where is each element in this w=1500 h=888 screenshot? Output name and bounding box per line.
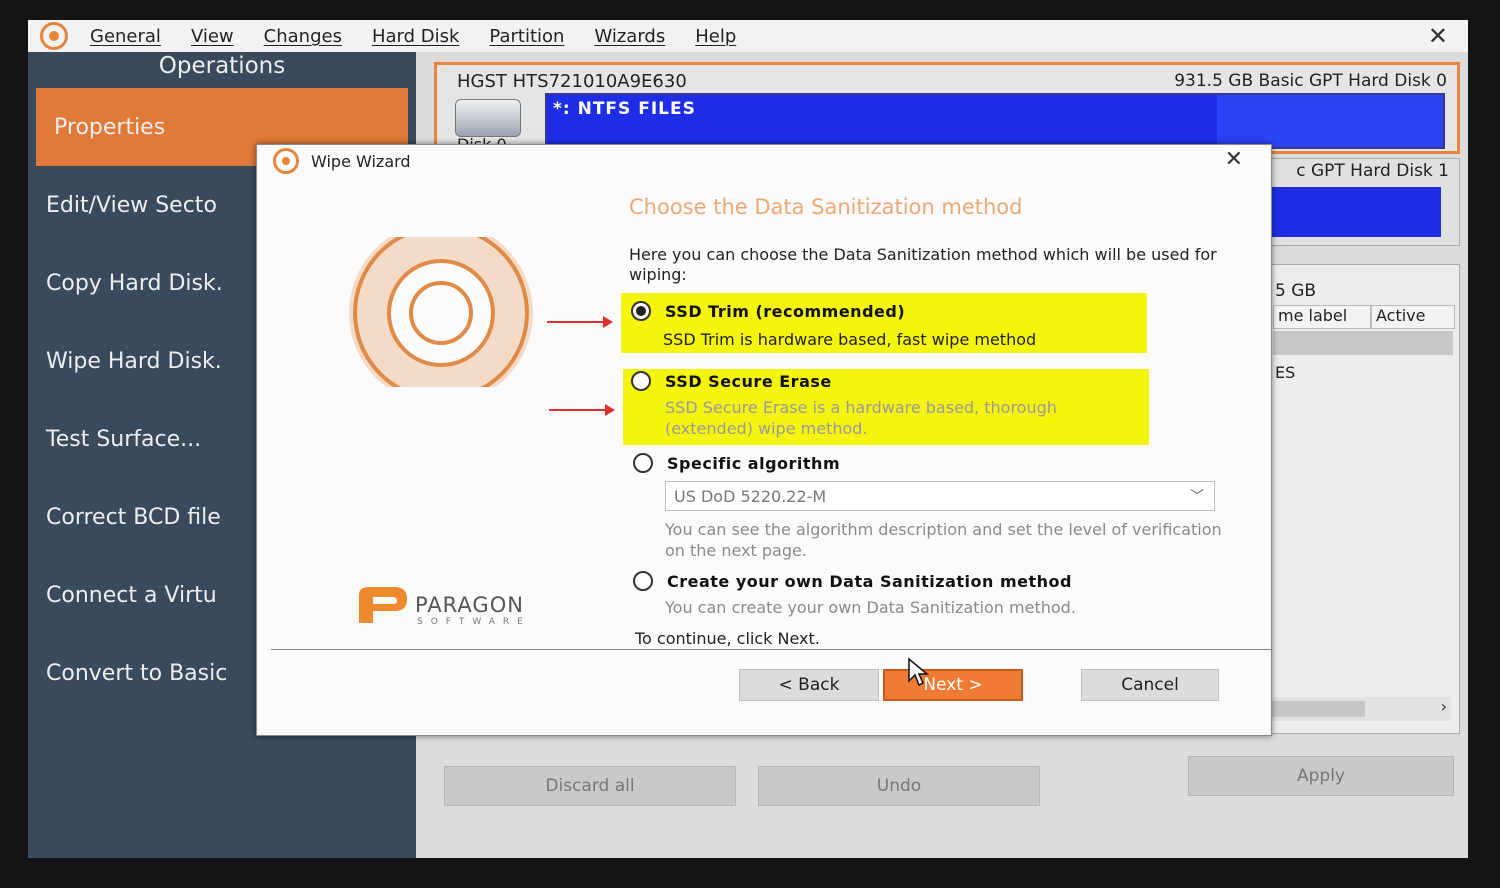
radio-create-own[interactable] bbox=[633, 571, 653, 591]
algorithm-select-value: US DoD 5220.22-M bbox=[674, 487, 827, 506]
option-create-own[interactable]: Create your own Data Sanitization method bbox=[633, 571, 1072, 591]
option-specific-algorithm-desc: You can see the algorithm description an… bbox=[665, 520, 1222, 560]
cancel-button[interactable]: Cancel bbox=[1081, 669, 1219, 701]
disk-0-row[interactable]: HGST HTS721010A9E630 931.5 GB Basic GPT … bbox=[434, 62, 1460, 154]
properties-size: 5 GB bbox=[1275, 281, 1317, 301]
discard-all-button[interactable]: Discard all bbox=[444, 766, 736, 806]
paragon-brand-name: PARAGON bbox=[415, 593, 524, 617]
option-create-own-label: Create your own Data Sanitization method bbox=[667, 571, 1072, 591]
menu-changes[interactable]: Changes bbox=[264, 26, 342, 47]
next-button[interactable]: Next > bbox=[883, 669, 1023, 701]
annotation-arrow-icon bbox=[549, 404, 615, 416]
dialog-title: Wipe Wizard bbox=[311, 151, 411, 171]
option-specific-algorithm-label: Specific algorithm bbox=[667, 453, 841, 473]
disk-0-info: 931.5 GB Basic GPT Hard Disk 0 bbox=[1174, 71, 1447, 91]
menu-hard-disk[interactable]: Hard Disk bbox=[372, 26, 459, 47]
option-ssd-secure-erase[interactable]: SSD Secure Erase bbox=[631, 371, 832, 391]
paragon-logo-icon bbox=[359, 587, 407, 623]
disk-1-partition[interactable] bbox=[1269, 187, 1441, 237]
dialog-heading: Choose the Data Sanitization method bbox=[629, 195, 1023, 219]
wipe-wizard-dialog: Wipe Wizard ✕ PARAGON SOFTWARE Choose th… bbox=[256, 144, 1272, 736]
continue-hint: To continue, click Next. bbox=[635, 629, 820, 648]
option-ssd-secure-erase-desc: SSD Secure Erase is a hardware based, th… bbox=[665, 398, 1057, 438]
algorithm-select[interactable]: US DoD 5220.22-M ﹀ bbox=[665, 481, 1215, 511]
column-active[interactable]: Active bbox=[1371, 305, 1455, 329]
undo-button[interactable]: Undo bbox=[758, 766, 1040, 806]
mouse-cursor-icon bbox=[908, 657, 930, 687]
option-ssd-trim-label: SSD Trim (recommended) bbox=[665, 301, 906, 321]
window-close-icon[interactable]: ✕ bbox=[1428, 22, 1448, 50]
menu-bar: General View Changes Hard Disk Partition… bbox=[28, 20, 1468, 52]
menu-view[interactable]: View bbox=[191, 26, 234, 47]
option-ssd-trim[interactable]: SSD Trim (recommended) bbox=[631, 301, 905, 321]
dialog-titlebar: Wipe Wizard ✕ bbox=[257, 145, 1271, 177]
menu-help[interactable]: Help bbox=[695, 26, 736, 47]
radio-ssd-trim[interactable] bbox=[631, 301, 651, 321]
app-logo-icon bbox=[40, 22, 68, 50]
disk-1-info: c GPT Hard Disk 1 bbox=[1296, 161, 1449, 181]
partition-ntfs-files[interactable]: *: NTFS FILES bbox=[545, 93, 1445, 149]
dialog-description: Here you can choose the Data Sanitizatio… bbox=[629, 245, 1217, 284]
annotation-arrow-icon bbox=[547, 316, 613, 328]
hard-disk-icon bbox=[455, 99, 521, 137]
scroll-right-icon[interactable]: › bbox=[1441, 697, 1447, 716]
menu-wizards[interactable]: Wizards bbox=[594, 26, 665, 47]
sidebar-title: Operations bbox=[158, 53, 286, 79]
paragon-brand-sub: SOFTWARE bbox=[417, 617, 531, 627]
option-ssd-secure-erase-label: SSD Secure Erase bbox=[665, 371, 832, 391]
apply-button[interactable]: Apply bbox=[1188, 756, 1454, 796]
radio-ssd-secure-erase[interactable] bbox=[631, 371, 651, 391]
radio-specific-algorithm[interactable] bbox=[633, 453, 653, 473]
table-cell-fragment: ES bbox=[1275, 363, 1296, 382]
option-specific-algorithm[interactable]: Specific algorithm bbox=[633, 453, 840, 473]
option-create-own-desc: You can create your own Data Sanitizatio… bbox=[665, 598, 1076, 617]
chevron-down-icon: ﹀ bbox=[1190, 489, 1204, 505]
menu-general[interactable]: General bbox=[90, 26, 161, 47]
partition-label: *: NTFS FILES bbox=[553, 99, 696, 119]
lifebuoy-icon bbox=[349, 237, 533, 387]
dialog-close-icon[interactable]: ✕ bbox=[1225, 147, 1243, 172]
column-volume-label[interactable]: me label bbox=[1273, 305, 1371, 329]
disk-0-name: HGST HTS721010A9E630 bbox=[457, 71, 687, 92]
back-button[interactable]: < Back bbox=[739, 669, 879, 701]
menu-partition[interactable]: Partition bbox=[489, 26, 564, 47]
table-row[interactable] bbox=[1273, 331, 1453, 355]
dialog-separator bbox=[271, 649, 1271, 650]
partition-free-segment bbox=[1217, 95, 1443, 147]
wizard-logo-icon bbox=[273, 148, 299, 174]
option-ssd-trim-desc: SSD Trim is hardware based, fast wipe me… bbox=[663, 330, 1037, 349]
